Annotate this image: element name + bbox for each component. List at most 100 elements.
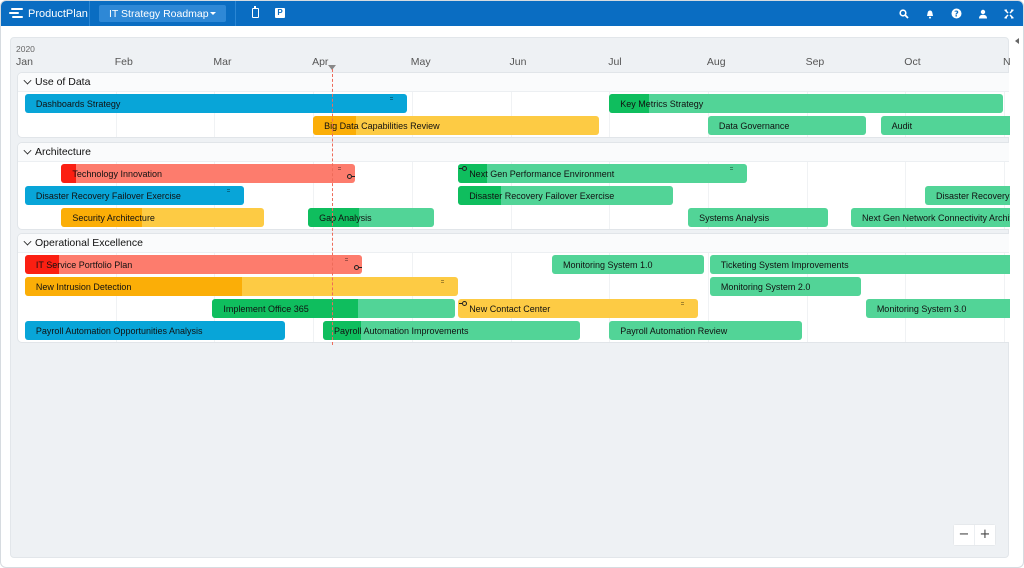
bar-label: New Intrusion Detection — [35, 281, 132, 292]
search-icon[interactable] — [898, 8, 909, 19]
roadmap-bar[interactable]: Monitoring System 1.0 — [551, 255, 704, 274]
roadmap-bar[interactable]: Payroll Automation Review — [609, 321, 802, 340]
roadmap-name: IT Strategy Roadmap — [109, 7, 209, 20]
month-label: Jun — [509, 56, 527, 68]
drag-handle-icon[interactable] — [681, 301, 685, 307]
roadmap-bar[interactable]: Payroll Automation Improvements — [322, 321, 580, 340]
bar-label: Security Architecture — [72, 212, 155, 223]
roadmap-bar[interactable]: Gap Analysis — [308, 208, 435, 227]
bar-label: Big Data Capabilities Review — [324, 120, 440, 131]
roadmap-bar[interactable]: Security Architecture — [61, 208, 264, 227]
roadmap-bar[interactable]: Next Gen Performance Environment — [458, 164, 748, 183]
drag-handle-icon[interactable] — [389, 96, 393, 102]
bar-label: Monitoring System 2.0 — [720, 281, 811, 292]
brand[interactable]: ProductPlan — [9, 1, 88, 26]
roadmap-bar[interactable]: Implement Office 365 — [212, 299, 456, 318]
bar-label: IT Service Portfolio Plan — [35, 259, 133, 270]
bar-label: Dashboards Strategy — [35, 98, 121, 109]
drag-handle-icon[interactable] — [337, 166, 341, 172]
zoom-controls: − + — [954, 525, 995, 545]
bar-label: Systems Analysis — [699, 212, 770, 223]
divider — [235, 1, 236, 26]
bar-label: New Contact Center — [469, 303, 551, 314]
roadmap-bar[interactable]: Data Governance — [707, 116, 866, 135]
roadmap-bar[interactable]: Big Data Capabilities Review — [313, 116, 600, 135]
brand-name: ProductPlan — [28, 7, 88, 20]
bar-label: Data Governance — [718, 120, 790, 131]
lane-header[interactable]: Use of Data — [18, 73, 1009, 92]
roadmap-bar[interactable]: Audit — [880, 116, 1010, 135]
collapse-panel-icon[interactable] — [1015, 38, 1019, 44]
year-label: 2020 — [16, 44, 35, 54]
clipboard-icon[interactable] — [252, 6, 259, 18]
chevron-down-icon — [210, 12, 216, 15]
top-bar: ProductPlan IT Strategy Roadmap P ? — [1, 1, 1023, 26]
roadmap-bar[interactable]: Monitoring System 3.0 — [865, 299, 1010, 318]
roadmap-bar[interactable]: Payroll Automation Opportunities Analysi… — [24, 321, 286, 340]
lane-title: Use of Data — [35, 76, 91, 88]
dependency-connector-icon[interactable] — [354, 264, 363, 271]
zoom-out-button[interactable]: − — [954, 525, 975, 545]
bar-label: Audit — [891, 120, 913, 131]
roadmap-bar[interactable]: Next Gen Network Connectivity Architectu… — [851, 208, 1010, 227]
roadmap-bar[interactable]: Ticketing System Improvements — [709, 255, 1010, 274]
roadmap-selector[interactable]: IT Strategy Roadmap — [99, 5, 226, 22]
month-label: Feb — [114, 56, 133, 68]
bar-label: Ticketing System Improvements — [720, 259, 849, 270]
roadmap-bar[interactable]: New Intrusion Detection — [24, 277, 459, 296]
drag-handle-icon[interactable] — [227, 188, 230, 194]
zoom-in-button[interactable]: + — [975, 525, 995, 545]
fullscreen-icon[interactable] — [1003, 8, 1014, 19]
roadmap-bar[interactable]: Disaster Recovery Failover Exercise — [24, 186, 244, 205]
drag-handle-icon[interactable] — [345, 257, 349, 263]
roadmap-bar[interactable]: Technology Innovation — [61, 164, 355, 183]
today-line — [331, 69, 333, 345]
parking-lot-icon[interactable]: P — [275, 8, 285, 18]
lane-title: Architecture — [35, 146, 92, 158]
svg-text:?: ? — [954, 10, 959, 19]
bar-label: Payroll Automation Review — [620, 325, 728, 336]
roadmap-bar[interactable]: Disaster Recovery — [925, 186, 1010, 205]
chevron-down-icon[interactable] — [23, 237, 32, 246]
roadmap-bar[interactable]: Disaster Recovery Failover Exercise — [458, 186, 674, 205]
user-icon[interactable] — [977, 8, 988, 19]
chevron-down-icon[interactable] — [23, 146, 32, 155]
roadmap-bar[interactable]: Dashboards Strategy — [24, 94, 407, 113]
lane: Use of Data Dashboards Strategy Key Metric… — [17, 72, 1010, 138]
help-icon[interactable]: ? — [951, 8, 962, 19]
drag-handle-icon[interactable] — [730, 166, 734, 172]
app-window: ProductPlan IT Strategy Roadmap P ? 2020… — [0, 0, 1024, 568]
month-label: Jan — [16, 56, 33, 68]
bar-label: Disaster Recovery — [936, 190, 1010, 201]
bar-label: Next Gen Network Connectivity Architectu… — [862, 212, 1010, 223]
month-label: N — [1003, 56, 1011, 68]
roadmap-bar[interactable]: New Contact Center — [458, 299, 699, 318]
dependency-connector-icon[interactable] — [459, 300, 468, 307]
bar-label: Technology Innovation — [72, 168, 162, 179]
month-label: Sep — [805, 56, 825, 68]
drag-handle-icon[interactable] — [441, 279, 445, 285]
bell-icon[interactable] — [924, 8, 935, 19]
roadmap-bar[interactable]: Key Metrics Strategy — [609, 94, 1003, 113]
month-label: Aug — [706, 56, 726, 68]
dependency-connector-icon[interactable] — [346, 173, 356, 180]
lane-header[interactable]: Architecture — [18, 143, 1009, 162]
month-label: Apr — [312, 56, 329, 68]
roadmap-bar[interactable]: Monitoring System 2.0 — [709, 277, 861, 296]
bar-label: Disaster Recovery Failover Exercise — [35, 190, 181, 201]
roadmap-bar[interactable]: Systems Analysis — [688, 208, 829, 227]
month-label: Mar — [213, 56, 232, 68]
bar-label: Implement Office 365 — [223, 303, 309, 314]
bar-label: Monitoring System 1.0 — [562, 259, 653, 270]
bar-label: Payroll Automation Improvements — [333, 325, 469, 336]
chevron-down-icon[interactable] — [23, 76, 32, 85]
roadmap-bar[interactable]: IT Service Portfolio Plan — [24, 255, 363, 274]
month-label: Jul — [608, 56, 622, 68]
dependency-connector-icon[interactable] — [459, 165, 468, 172]
divider — [89, 1, 90, 26]
month-label: May — [410, 56, 431, 68]
lane-title: Operational Excellence — [35, 237, 143, 249]
month-label: Oct — [904, 56, 921, 68]
lane-header[interactable]: Operational Excellence — [18, 234, 1009, 253]
productplan-logo-icon — [9, 8, 23, 19]
